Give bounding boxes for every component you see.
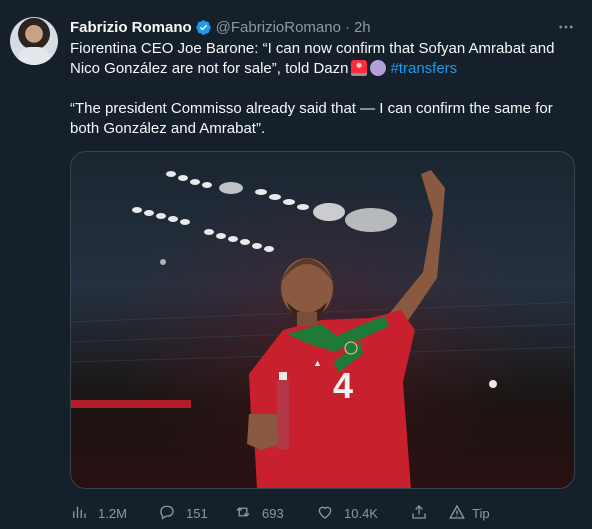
- shirt-brand-mark: ▲: [313, 358, 322, 368]
- retweet-button[interactable]: 693: [234, 500, 284, 526]
- verified-badge-icon: [195, 19, 212, 36]
- share-upload-icon: [410, 503, 428, 524]
- retweet-icon: [234, 503, 252, 524]
- tip-button[interactable]: Tip: [448, 500, 490, 526]
- more-dots-icon[interactable]: [556, 17, 576, 37]
- shirt-number: 4: [333, 365, 353, 406]
- author-avatar[interactable]: [10, 17, 58, 65]
- header-separator: ·: [344, 18, 350, 36]
- like-button[interactable]: 10.4K: [316, 500, 378, 526]
- avatar-figure: [18, 47, 50, 65]
- tip-icon: [448, 503, 466, 524]
- speech-bubble-icon: [158, 503, 176, 524]
- like-count: 10.4K: [344, 505, 378, 521]
- siren-emoji-icon: [351, 60, 368, 76]
- tweet-text: Fiorentina CEO Joe Barone: “I can now co…: [70, 39, 570, 139]
- hashtag-link[interactable]: #transfers: [390, 60, 457, 77]
- author-handle[interactable]: @FabrizioRomano: [216, 19, 341, 36]
- tweet-timestamp[interactable]: 2h: [354, 19, 371, 36]
- heart-icon: [316, 503, 334, 524]
- tweet-header: Fabrizio Romano @FabrizioRomano · 2h: [70, 17, 371, 37]
- tweet-paragraph-2: “The president Commisso already said tha…: [70, 100, 553, 137]
- share-button[interactable]: [410, 500, 428, 526]
- reply-button[interactable]: 151: [158, 500, 208, 526]
- purple-circle-emoji-icon: [370, 60, 387, 76]
- tweet-paragraph-1-text: Fiorentina CEO Joe Barone: “I can now co…: [70, 40, 555, 77]
- photo-illustration: 4 ▲: [71, 170, 574, 488]
- views-count: 1.2M: [98, 505, 127, 521]
- tweet-paragraph-1: Fiorentina CEO Joe Barone: “I can now co…: [70, 39, 570, 79]
- tweet-photo[interactable]: 4 ▲: [70, 151, 575, 489]
- author-name[interactable]: Fabrizio Romano: [70, 19, 192, 36]
- views-button[interactable]: 1.2M: [70, 500, 127, 526]
- tweet-actions: 1.2M 151 693 10.4K Tip: [70, 500, 575, 526]
- tweet[interactable]: Fabrizio Romano @FabrizioRomano · 2h Fio…: [0, 0, 592, 529]
- reply-count: 151: [186, 505, 208, 521]
- tip-label: Tip: [472, 505, 490, 521]
- retweet-count: 693: [262, 505, 284, 521]
- bar-chart-icon: [70, 503, 88, 524]
- advertising-board: [71, 400, 191, 408]
